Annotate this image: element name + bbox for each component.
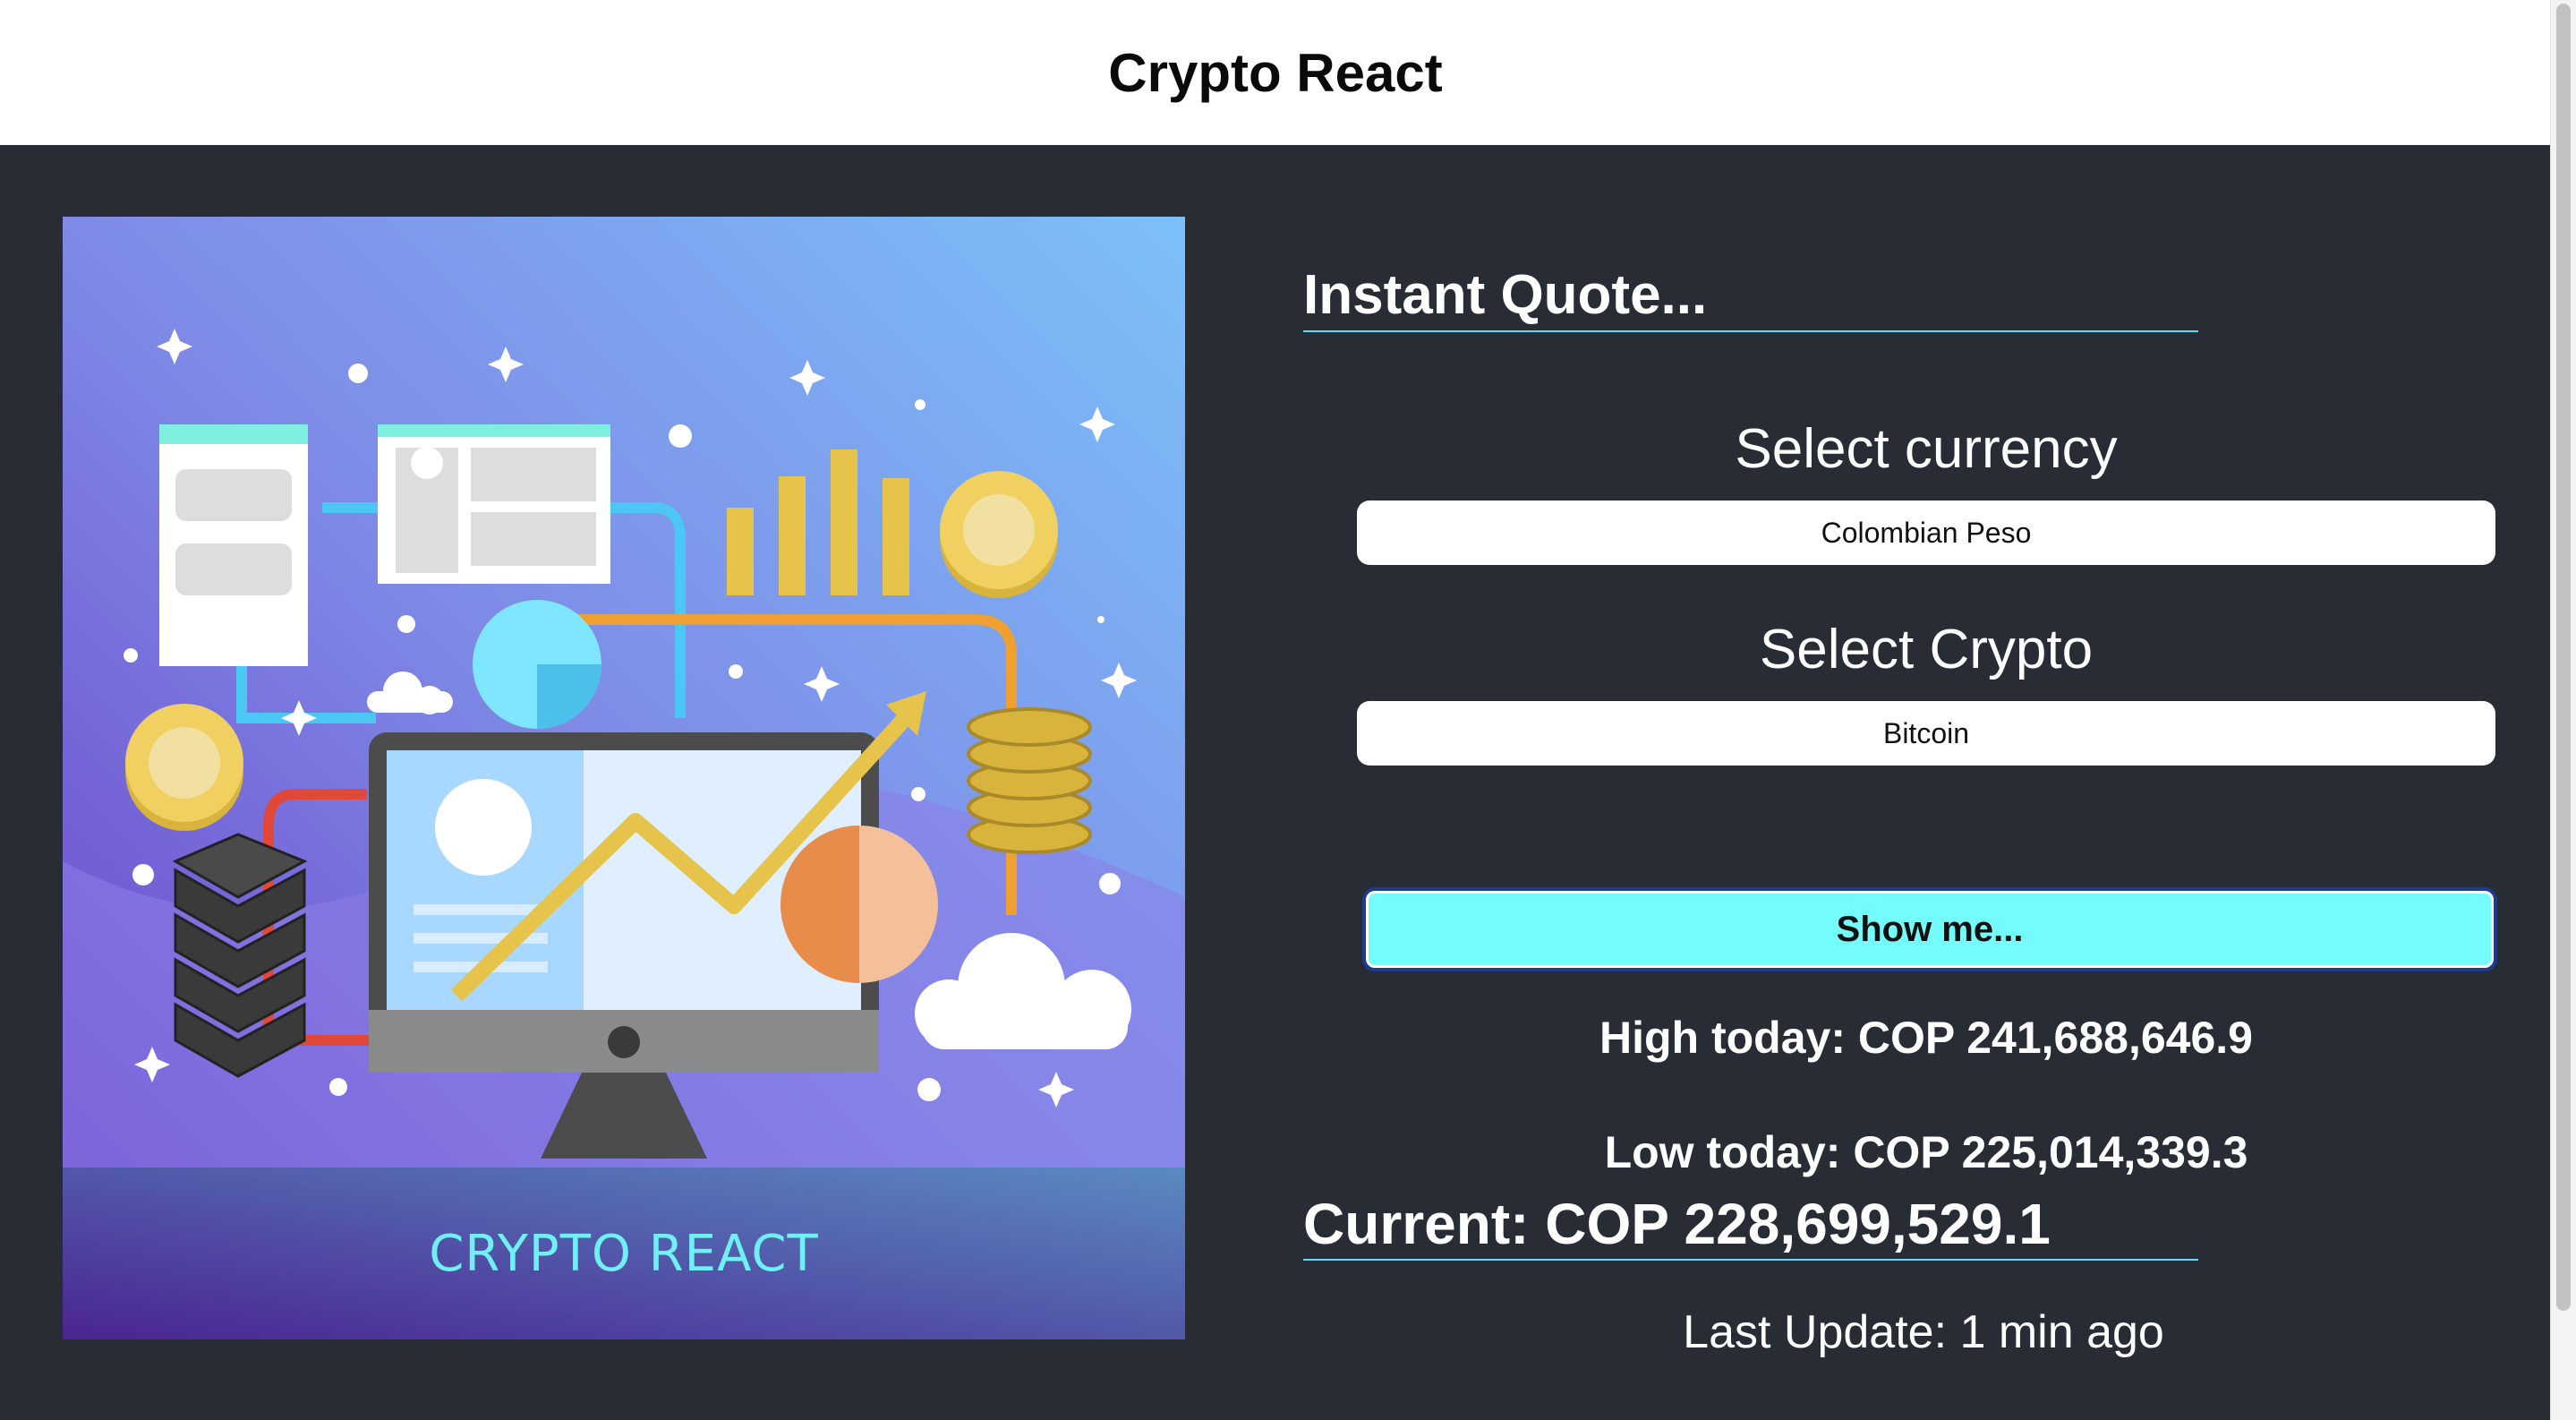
low-today: Low today: COP 225,014,339.3 [1604,1127,2248,1177]
scrollbar-thumb[interactable] [2556,4,2571,1311]
current-price: Current: COP 228,699,529.1 [1303,1191,2198,1261]
high-today: High today: COP 241,688,646.9 [1599,1013,2253,1063]
vertical-scrollbar[interactable] [2550,0,2576,1420]
last-update: Last Update: 1 min ago [1683,1306,2164,1358]
main-content: CRYPTO REACT Instant Quote... Select cur… [0,145,2551,1420]
quote-heading: Instant Quote... [1303,263,2198,332]
show-me-button[interactable]: Show me... [1362,887,2497,971]
crypto-label: Select Crypto [1759,619,2094,680]
hero-image: CRYPTO REACT [63,217,1185,1339]
app-header: Crypto React [0,0,2551,145]
currency-select[interactable]: Colombian Peso [1357,500,2495,565]
currency-label: Select currency [1735,418,2118,480]
app-title: Crypto React [1108,42,1443,103]
crypto-select[interactable]: Bitcoin [1357,701,2495,766]
hero-caption: CRYPTO REACT [429,1224,819,1283]
